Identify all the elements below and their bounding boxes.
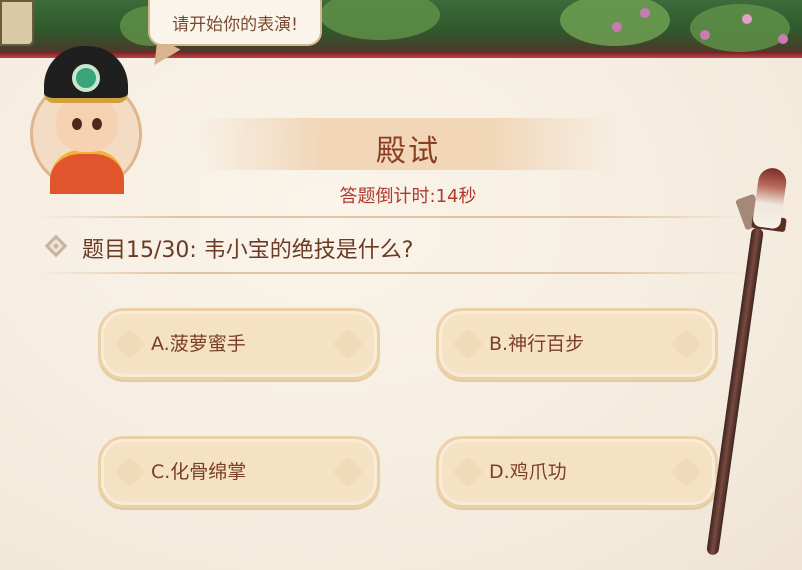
ornament-icon [670,328,702,360]
ornament-icon [114,456,146,488]
answer-button-d[interactable]: D.鸡爪功 [436,436,718,508]
divider-bottom [36,272,748,274]
answer-button-a[interactable]: A.菠萝蜜手 [98,308,380,380]
page-title: 殿试 [376,134,440,169]
jade-ornament-icon [72,64,100,92]
speech-bubble-text: 请开始你的表演! [172,14,298,35]
answer-button-b[interactable]: B.神行百步 [436,308,718,380]
ornament-icon [332,456,364,488]
ornament-icon [670,456,702,488]
divider-top [36,216,748,218]
ornament-icon [114,328,146,360]
answer-label: D.鸡爪功 [489,461,567,483]
answer-label: A.菠萝蜜手 [151,333,246,355]
writing-brush-icon [706,166,798,560]
garden-background [0,0,802,52]
ornament-icon [452,328,484,360]
question-text: 题目15/30: 韦小宝的绝技是什么? [82,238,414,263]
answer-button-c[interactable]: C.化骨绵掌 [98,436,380,508]
ornament-icon [332,328,364,360]
speech-bubble: 请开始你的表演! [148,0,322,46]
corner-menu-button[interactable] [0,0,34,46]
answer-label: B.神行百步 [489,333,585,355]
answer-label: C.化骨绵掌 [151,461,247,483]
ornament-icon [452,456,484,488]
countdown-timer: 答题倒计时:14秒 [339,186,477,207]
